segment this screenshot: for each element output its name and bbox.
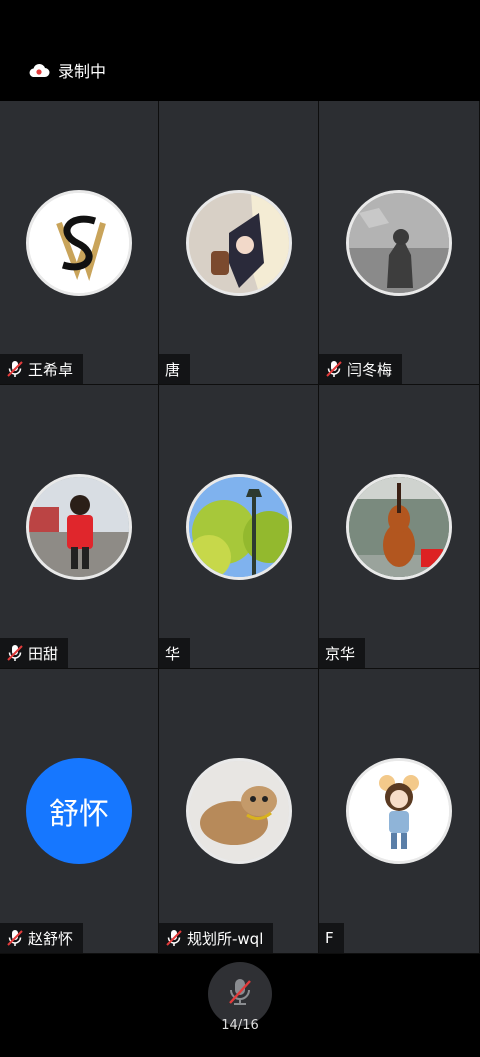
top-bar: 录制中	[0, 0, 480, 101]
participant-name: 京华	[325, 644, 356, 663]
mic-toggle-button[interactable]	[208, 962, 272, 1026]
participant-tile[interactable]: 规划所-wql	[159, 669, 319, 954]
bottom-bar: 14/16	[0, 954, 480, 1057]
avatar	[346, 190, 452, 296]
mic-muted-icon	[6, 644, 24, 662]
participant-tile[interactable]: 华	[159, 385, 319, 669]
participant-tile[interactable]: 舒怀 赵舒怀	[0, 669, 159, 954]
participant-grid: 王希卓 唐 闫冬梅 田甜 华 京华 舒怀 赵舒怀 规划所-wql F	[0, 101, 480, 954]
name-tag: 田甜	[0, 638, 69, 668]
cloud-record-icon	[28, 62, 50, 78]
participant-tile[interactable]: F	[319, 669, 480, 954]
avatar	[185, 758, 292, 864]
avatar	[26, 474, 132, 580]
participant-tile[interactable]: 闫冬梅	[319, 101, 480, 385]
avatar	[185, 474, 292, 580]
participant-name: 华	[165, 644, 181, 663]
name-tag: 赵舒怀	[0, 923, 84, 953]
name-tag: 华	[159, 638, 191, 668]
mic-muted-icon	[165, 929, 183, 947]
name-tag: 王希卓	[0, 354, 84, 384]
avatar	[346, 474, 452, 580]
recording-indicator[interactable]: 录制中	[28, 58, 106, 82]
participant-tile[interactable]: 田甜	[0, 385, 159, 669]
participant-name: 王希卓	[28, 360, 74, 379]
participant-name: 闫冬梅	[347, 360, 393, 379]
name-tag: F	[319, 923, 344, 953]
name-tag: 规划所-wql	[159, 923, 274, 953]
participant-name: 田甜	[28, 644, 59, 663]
name-tag: 闫冬梅	[319, 354, 403, 384]
mic-muted-icon	[6, 360, 24, 378]
participant-name: 唐	[165, 360, 181, 379]
participant-name: 规划所-wql	[187, 929, 264, 948]
name-tag: 唐	[159, 354, 191, 384]
avatar-initials: 舒怀	[26, 758, 132, 864]
page-indicator: 14/16	[221, 1018, 259, 1033]
participant-name: F	[325, 929, 334, 947]
participant-tile[interactable]: 唐	[159, 101, 319, 385]
avatar	[346, 758, 452, 864]
mic-muted-icon	[325, 360, 343, 378]
participant-tile[interactable]: 王希卓	[0, 101, 159, 385]
participant-tile[interactable]: 京华	[319, 385, 480, 669]
name-tag: 京华	[319, 638, 366, 668]
recording-label: 录制中	[58, 62, 107, 81]
participant-name: 赵舒怀	[28, 929, 74, 948]
mic-muted-icon	[6, 929, 24, 947]
mic-muted-icon	[226, 977, 254, 1011]
avatar	[185, 190, 292, 296]
avatar	[26, 190, 132, 296]
